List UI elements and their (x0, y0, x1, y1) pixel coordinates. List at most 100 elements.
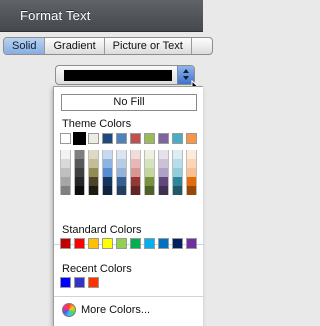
separator (54, 296, 204, 297)
theme-tint-column (116, 150, 127, 195)
theme-tint-swatch[interactable] (117, 177, 126, 186)
theme-tint-swatch[interactable] (75, 177, 84, 186)
theme-tint-swatch[interactable] (187, 159, 196, 168)
recent-color-swatch[interactable] (88, 277, 99, 288)
theme-tint-swatch[interactable] (117, 150, 126, 159)
standard-color-swatch[interactable] (186, 238, 197, 249)
recent-color-swatch[interactable] (74, 277, 85, 288)
theme-tint-swatch[interactable] (61, 177, 70, 186)
theme-tint-swatch[interactable] (145, 150, 154, 159)
theme-tint-column (88, 150, 99, 195)
theme-tint-swatch[interactable] (131, 150, 140, 159)
theme-tint-swatch[interactable] (131, 177, 140, 186)
theme-tint-swatch[interactable] (131, 159, 140, 168)
theme-tint-swatch[interactable] (131, 186, 140, 195)
color-wheel-icon (62, 303, 76, 317)
more-colors-label: More Colors... (81, 304, 151, 316)
theme-tint-swatch[interactable] (145, 186, 154, 195)
standard-color-swatch[interactable] (116, 238, 127, 249)
theme-color-swatch[interactable] (116, 133, 127, 144)
theme-tint-swatch[interactable] (117, 159, 126, 168)
more-colors-button[interactable]: More Colors... (62, 302, 150, 318)
theme-tint-swatch[interactable] (187, 177, 196, 186)
theme-tint-swatch[interactable] (89, 186, 98, 195)
recent-colors-label: Recent Colors (62, 263, 132, 275)
no-fill-button[interactable]: No Fill (61, 94, 197, 111)
current-color-swatch (64, 70, 172, 81)
theme-tint-swatch[interactable] (173, 150, 182, 159)
theme-tint-column (172, 150, 183, 195)
window-title-bar: Format Text (0, 0, 203, 32)
theme-tint-column (186, 150, 197, 195)
standard-colors-label: Standard Colors (62, 224, 142, 236)
theme-tint-swatch[interactable] (173, 168, 182, 177)
tab-gradient[interactable]: Gradient (45, 38, 105, 54)
theme-tint-swatch[interactable] (103, 150, 112, 159)
theme-color-swatch[interactable] (102, 133, 113, 144)
color-dropdown[interactable] (55, 65, 195, 85)
theme-tint-column (130, 150, 141, 195)
theme-tint-swatch[interactable] (89, 177, 98, 186)
theme-tint-swatch[interactable] (131, 168, 140, 177)
theme-tint-swatch[interactable] (187, 150, 196, 159)
theme-tint-swatch[interactable] (145, 159, 154, 168)
theme-color-swatch[interactable] (172, 133, 183, 144)
theme-tint-swatch[interactable] (103, 168, 112, 177)
theme-tint-swatch[interactable] (103, 177, 112, 186)
theme-tint-column (158, 150, 169, 195)
standard-color-swatch[interactable] (102, 238, 113, 249)
theme-tint-swatch[interactable] (117, 186, 126, 195)
theme-tint-swatch[interactable] (61, 150, 70, 159)
theme-tint-swatch[interactable] (75, 186, 84, 195)
theme-tint-swatch[interactable] (117, 168, 126, 177)
theme-tint-swatch[interactable] (75, 150, 84, 159)
theme-tint-swatch[interactable] (89, 150, 98, 159)
standard-color-swatch[interactable] (88, 238, 99, 249)
theme-tint-swatch[interactable] (75, 168, 84, 177)
color-picker-panel: No Fill Theme Colors Standard Colors Rec… (53, 86, 204, 326)
theme-tint-swatch[interactable] (173, 159, 182, 168)
theme-tint-swatch[interactable] (159, 186, 168, 195)
theme-tint-swatch[interactable] (159, 168, 168, 177)
theme-tint-swatch[interactable] (89, 168, 98, 177)
theme-tint-swatch[interactable] (61, 159, 70, 168)
theme-tint-swatch[interactable] (145, 177, 154, 186)
theme-tint-swatch[interactable] (75, 159, 84, 168)
theme-color-swatch[interactable] (60, 133, 71, 144)
theme-colors-label: Theme Colors (62, 118, 132, 130)
standard-color-swatch[interactable] (172, 238, 183, 249)
theme-tint-swatch[interactable] (159, 150, 168, 159)
theme-color-swatch[interactable] (130, 133, 141, 144)
theme-tint-swatch[interactable] (103, 159, 112, 168)
theme-color-swatch[interactable] (73, 132, 86, 145)
theme-tint-swatch[interactable] (173, 177, 182, 186)
standard-color-swatch[interactable] (74, 238, 85, 249)
tab-picture-or-texture[interactable]: Picture or Text (105, 38, 192, 54)
theme-tint-swatch[interactable] (187, 186, 196, 195)
theme-tint-swatch[interactable] (173, 186, 182, 195)
theme-tint-swatch[interactable] (159, 177, 168, 186)
standard-color-swatch[interactable] (60, 238, 71, 249)
theme-tint-column (102, 150, 113, 195)
theme-tint-column (74, 150, 85, 195)
theme-tint-swatch[interactable] (61, 168, 70, 177)
theme-tint-swatch[interactable] (159, 159, 168, 168)
theme-tint-swatch[interactable] (187, 168, 196, 177)
standard-color-swatch[interactable] (144, 238, 155, 249)
theme-color-swatch[interactable] (144, 133, 155, 144)
standard-color-swatch[interactable] (130, 238, 141, 249)
window-title: Format Text (20, 8, 91, 23)
recent-color-swatch[interactable] (60, 277, 71, 288)
tab-solid[interactable]: Solid (4, 38, 46, 54)
theme-tint-swatch[interactable] (61, 186, 70, 195)
theme-color-swatch[interactable] (88, 133, 99, 144)
fill-type-tabs: Solid Gradient Picture or Text (3, 37, 213, 55)
theme-tint-swatch[interactable] (145, 168, 154, 177)
theme-tint-column (60, 150, 71, 195)
standard-color-swatch[interactable] (158, 238, 169, 249)
theme-tint-column (144, 150, 155, 195)
theme-tint-swatch[interactable] (89, 159, 98, 168)
theme-color-swatch[interactable] (158, 133, 169, 144)
theme-tint-swatch[interactable] (103, 186, 112, 195)
theme-color-swatch[interactable] (186, 133, 197, 144)
